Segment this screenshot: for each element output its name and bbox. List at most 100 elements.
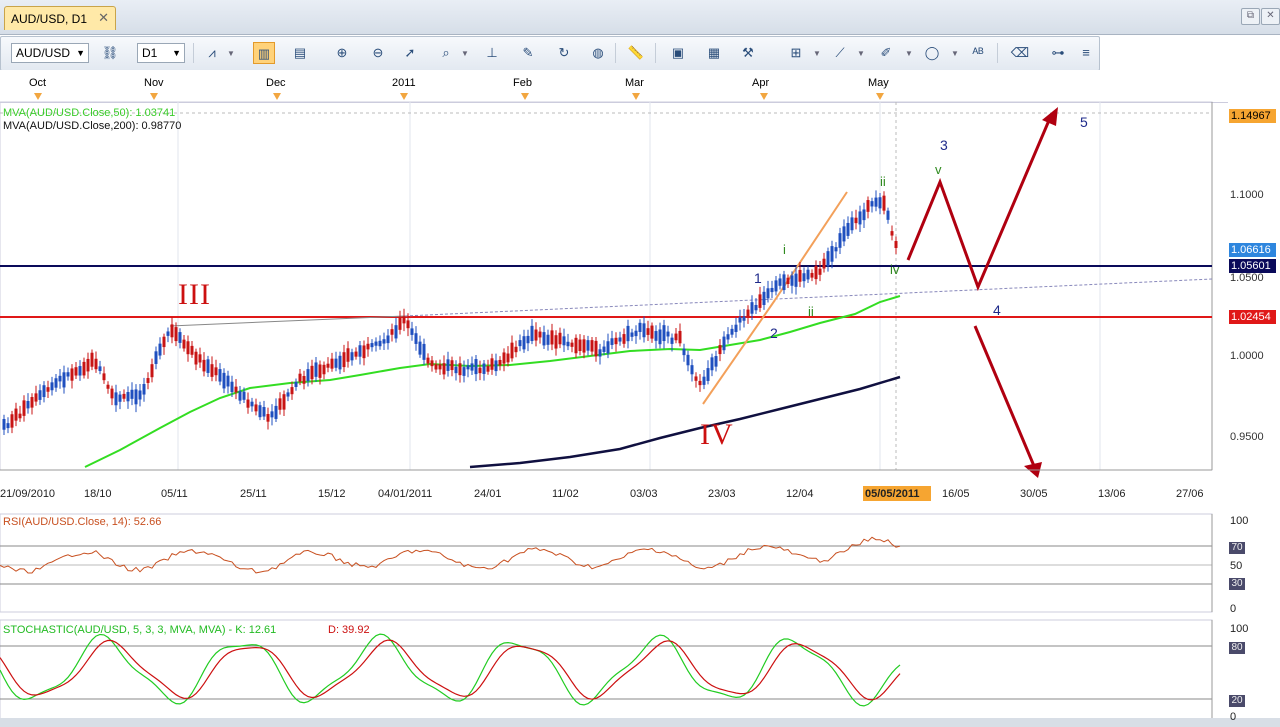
candle-body [98, 366, 102, 371]
candle-body [42, 385, 46, 398]
projection-wave-path[interactable] [906, 117, 1052, 292]
wave-IV-label: IV [700, 418, 734, 451]
projection-down-line[interactable] [973, 325, 1036, 467]
candle-body [522, 336, 526, 350]
candle-body [294, 381, 298, 387]
candle-body [314, 362, 318, 377]
candle-body [462, 367, 466, 376]
candle-body [554, 335, 558, 349]
candle-body [14, 408, 18, 421]
wave-3-label: 3 [940, 137, 948, 153]
candle-body [398, 317, 402, 330]
candle-body [266, 414, 270, 422]
candle-body [46, 387, 50, 392]
candle-body [66, 372, 70, 377]
candle-body [146, 378, 150, 383]
candle-body [6, 423, 10, 429]
candle-body [662, 325, 666, 342]
candle-body [170, 324, 174, 338]
chart-canvas[interactable] [0, 0, 1280, 727]
candle-body [838, 233, 842, 248]
candle-body [70, 368, 74, 381]
candle-body [782, 274, 786, 291]
candle-body [346, 348, 350, 362]
candle-body [642, 323, 646, 338]
date-label: 30/05 [1020, 488, 1048, 500]
candle-body [402, 316, 406, 324]
rsi-scale-label: 70 [1229, 542, 1245, 554]
channel-lower-line[interactable] [702, 299, 776, 405]
candle-body [334, 358, 338, 368]
candle-body [394, 325, 398, 339]
candle-body [74, 367, 78, 376]
candle-body [414, 333, 418, 344]
current-date-label: 05/05/2011 [865, 488, 920, 500]
candle-body [630, 332, 634, 337]
date-label: 21/09/2010 [0, 488, 56, 500]
wave-v-label: v [935, 162, 942, 177]
candle-body [530, 325, 534, 342]
candle-body [326, 363, 330, 368]
candle-body [358, 345, 362, 357]
candle-body [238, 391, 242, 401]
candle-body [518, 340, 522, 347]
date-label: 03/03 [630, 488, 658, 500]
candle-body [798, 269, 802, 282]
candle-body [746, 309, 750, 317]
candle-body [142, 384, 146, 395]
candle-body [174, 327, 178, 342]
candle-body [722, 336, 726, 351]
candle-body [598, 349, 602, 357]
candle-body [154, 351, 158, 364]
candle-body [166, 331, 170, 336]
candle-body [22, 400, 26, 416]
candle-body [786, 277, 790, 285]
candle-body [822, 258, 826, 269]
wave-ii-low-label: ii [808, 304, 814, 319]
candle-body [26, 401, 30, 409]
candle-body [790, 275, 794, 286]
candlestick-series[interactable] [2, 190, 898, 435]
candle-body [434, 364, 438, 370]
candle-body [534, 329, 538, 341]
candle-body [126, 392, 130, 402]
candle-body [222, 372, 226, 389]
candle-body [318, 364, 322, 378]
candle-body [194, 351, 198, 365]
candle-body [750, 302, 754, 314]
candle-body [446, 359, 450, 371]
candle-body [426, 357, 430, 364]
candle-body [178, 332, 182, 343]
candle-body [234, 386, 238, 393]
candle-body [438, 364, 442, 370]
candle-body [726, 334, 730, 340]
candle-body [58, 375, 62, 382]
candle-body [890, 231, 894, 236]
candle-body [190, 345, 194, 355]
candle-body [514, 346, 518, 353]
rsi-scale-label: 50 [1230, 560, 1243, 572]
candle-body [774, 280, 778, 292]
candle-body [310, 365, 314, 380]
candle-body [738, 317, 742, 323]
candle-body [150, 364, 154, 378]
candle-body [850, 217, 854, 231]
candle-body [86, 358, 90, 372]
candle-body [338, 355, 342, 370]
candle-body [350, 352, 354, 361]
candle-body [702, 376, 706, 385]
candle-body [854, 217, 858, 224]
candle-body [762, 291, 766, 306]
candle-body [478, 367, 482, 374]
candle-body [506, 353, 510, 363]
candle-body [686, 354, 690, 366]
candle-body [430, 360, 434, 367]
candle-body [842, 226, 846, 242]
candle-body [778, 278, 782, 286]
candle-body [650, 325, 654, 339]
candle-body [858, 211, 862, 225]
candle-body [654, 331, 658, 341]
candle-body [866, 200, 870, 212]
date-label: 11/02 [552, 488, 579, 500]
candle-body [198, 354, 202, 363]
